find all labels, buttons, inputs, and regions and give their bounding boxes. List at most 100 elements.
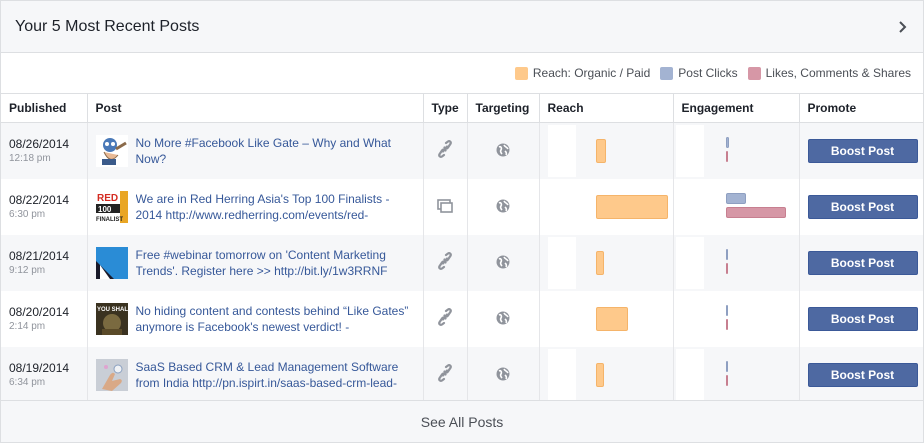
published-cell: 08/19/2014 6:34 pm: [1, 346, 88, 403]
col-post[interactable]: Post: [87, 93, 424, 123]
engagement-ghost: [675, 180, 704, 233]
col-engagement[interactable]: Engagement: [673, 93, 800, 123]
published-cell: 08/26/2014 12:18 pm: [1, 122, 88, 179]
post-cell: RED 100 FINALIST We are in Red Herring Asi…: [87, 178, 424, 235]
boost-post-button[interactable]: Boost Post: [807, 362, 918, 387]
post-cell: No More #Facebook Like Gate – Why and Wh…: [87, 122, 424, 179]
svg-text:RED: RED: [97, 193, 118, 204]
engagement-cell: [673, 234, 800, 291]
post-date: 08/19/2014: [9, 361, 70, 375]
targeting-cell: [467, 122, 540, 179]
link-icon: [437, 307, 453, 326]
post-time: 2:14 pm: [9, 321, 46, 332]
link-icon: [437, 139, 453, 158]
reach-ghost: [547, 236, 576, 289]
boost-post-button[interactable]: Boost Post: [807, 306, 918, 331]
post-clicks-bar[interactable]: [725, 360, 728, 372]
link-icon: [437, 251, 453, 270]
table-row: 08/21/2014 9:12 pm Free #webinar tomorro…: [1, 234, 923, 291]
post-time: 9:12 pm: [9, 265, 46, 276]
reach-bar[interactable]: [595, 194, 668, 219]
post-date: 08/26/2014: [9, 137, 70, 152]
hand-touch-thumbnail[interactable]: [95, 358, 128, 391]
panel-title: Your 5 Most Recent Posts: [15, 17, 200, 35]
see-all-posts-link[interactable]: See All Posts: [1, 400, 923, 442]
boost-post-button[interactable]: Boost Post: [807, 194, 918, 219]
svg-text:FINALIST: FINALIST: [96, 217, 123, 223]
panel-header: Your 5 Most Recent Posts: [1, 1, 923, 53]
targeting-cell: [467, 346, 540, 403]
post-date: 08/21/2014: [9, 249, 70, 263]
col-reach[interactable]: Reach: [539, 93, 674, 123]
table-row: 08/20/2014 2:14 pm YOU SHALL No hiding c…: [1, 290, 923, 347]
reach-ghost: [547, 348, 576, 401]
reach-cell: [539, 234, 674, 291]
webinar-thumbnail[interactable]: [95, 246, 128, 279]
reach-cell: [539, 290, 674, 347]
you-shall-thumbnail[interactable]: YOU SHALL: [95, 302, 128, 335]
post-cell: SaaS Based CRM & Lead Management Softwar…: [87, 346, 424, 403]
red-herring-thumbnail[interactable]: RED 100 FINALIST: [95, 190, 128, 223]
engagement-ghost: [675, 236, 704, 289]
post-date: 08/20/2014: [9, 305, 70, 319]
col-targeting[interactable]: Targeting: [467, 93, 540, 123]
targeting-cell: [467, 290, 540, 347]
published-cell: 08/21/2014 9:12 pm: [1, 234, 88, 291]
post-link[interactable]: No hiding content and contests behind “L…: [136, 303, 415, 335]
promote-cell: Boost Post: [799, 123, 923, 179]
post-clicks-bar[interactable]: [725, 192, 746, 204]
likes-comments-shares-bar[interactable]: [725, 374, 728, 386]
likes-comments-shares-bar[interactable]: [725, 262, 728, 274]
album-icon: [437, 198, 453, 214]
published-cell: 08/22/2014 6:30 pm: [1, 178, 88, 235]
reach-ghost: [547, 292, 576, 345]
col-type[interactable]: Type: [423, 93, 468, 123]
post-clicks-bar[interactable]: [725, 248, 728, 260]
type-cell: [423, 290, 468, 347]
post-link[interactable]: We are in Red Herring Asia's Top 100 Fin…: [136, 191, 415, 223]
targeting-cell: [467, 178, 540, 235]
likes-comments-shares-bar[interactable]: [725, 318, 728, 330]
legend-label: Reach: Organic / Paid: [532, 66, 651, 80]
engagement-ghost: [675, 292, 704, 345]
reach-cell: [539, 346, 674, 403]
post-link[interactable]: Free #webinar tomorrow on 'Content Marke…: [136, 247, 415, 279]
legend-label: Post Clicks: [678, 66, 738, 80]
col-published[interactable]: Published: [1, 93, 88, 123]
post-link[interactable]: No More #Facebook Like Gate – Why and Wh…: [136, 135, 415, 167]
type-cell: [423, 178, 468, 235]
table-row: 08/19/2014 6:34 pm SaaS Based CRM & Lead…: [1, 346, 923, 403]
reach-ghost: [547, 125, 576, 177]
type-cell: [423, 346, 468, 403]
likes-comments-shares-bar[interactable]: [725, 206, 786, 218]
globe-icon: [495, 310, 511, 326]
reach-bar[interactable]: [595, 306, 628, 331]
svg-text:YOU SHALL: YOU SHALL: [97, 307, 128, 313]
legend-swatch-reach: [514, 66, 528, 80]
reach-bar[interactable]: [595, 250, 604, 275]
post-time: 6:34 pm: [9, 377, 46, 388]
likes-comments-shares-bar[interactable]: [725, 151, 728, 162]
legend-clicks: Post Clicks: [660, 66, 738, 80]
reach-bar[interactable]: [595, 362, 604, 387]
post-link[interactable]: SaaS Based CRM & Lead Management Softwar…: [136, 359, 415, 391]
engagement-cell: [673, 122, 800, 179]
reach-ghost: [547, 180, 576, 233]
boost-post-button[interactable]: Boost Post: [807, 250, 918, 275]
promote-cell: Boost Post: [799, 235, 923, 291]
globe-icon: [495, 198, 511, 214]
engagement-cell: [673, 290, 800, 347]
cartoon-thumbnail[interactable]: [95, 134, 128, 167]
globe-icon: [495, 254, 511, 270]
reach-cell: [539, 122, 674, 179]
chart-legend: Reach: Organic / Paid Post Clicks Likes,…: [1, 53, 923, 93]
type-cell: [423, 122, 468, 179]
svg-text:100: 100: [98, 205, 112, 214]
engagement-cell: [673, 346, 800, 403]
chevron-right-icon[interactable]: [897, 19, 909, 35]
reach-bar[interactable]: [595, 139, 606, 163]
boost-post-button[interactable]: Boost Post: [807, 138, 918, 163]
post-clicks-bar[interactable]: [725, 137, 729, 148]
post-clicks-bar[interactable]: [725, 304, 728, 316]
legend-reach: Reach: Organic / Paid: [514, 66, 651, 80]
